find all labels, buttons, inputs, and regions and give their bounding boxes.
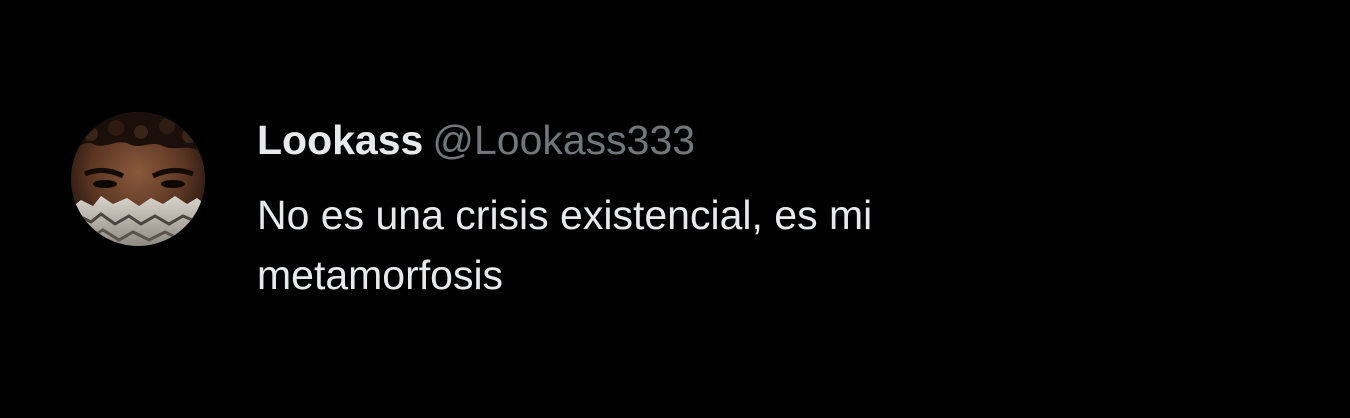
user-handle[interactable]: @Lookass333 — [432, 112, 695, 168]
tweet-card: Lookass @Lookass333 No es una crisis exi… — [0, 0, 1350, 418]
avatar[interactable] — [71, 112, 205, 246]
display-name[interactable]: Lookass — [257, 112, 423, 168]
tweet-header: Lookass @Lookass333 — [257, 112, 1297, 168]
tweet-content: Lookass @Lookass333 No es una crisis exi… — [257, 112, 1297, 305]
tweet-text: No es una crisis existencial, es mi meta… — [257, 192, 873, 298]
profile-photo-icon — [71, 112, 205, 246]
